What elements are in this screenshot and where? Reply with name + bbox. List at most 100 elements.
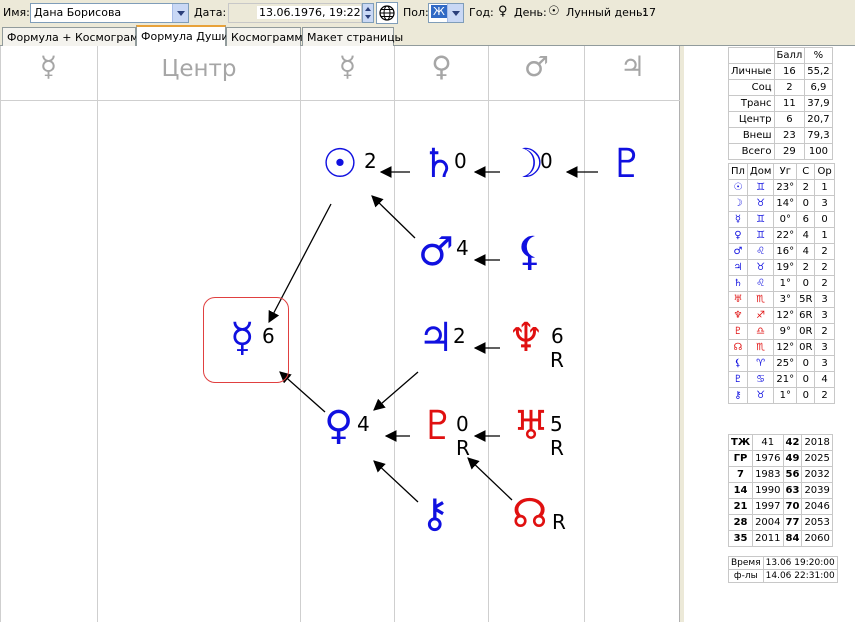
table-row: Центр 6 20,7 (728, 111, 833, 128)
tab-cosmogram[interactable]: Космограмма (226, 27, 309, 46)
table-row: ♅ ♏ 3° 5R 3 (728, 291, 835, 308)
table-row: ⚸ ♈ 25° 0 3 (728, 355, 835, 372)
lunar-day-value: 17 (642, 6, 656, 19)
neptune-icon[interactable]: ♆ (508, 318, 544, 358)
table-row: ☽ ♉ 14° 0 3 (728, 195, 835, 212)
chevron-down-icon[interactable] (172, 4, 188, 22)
globe-button[interactable] (376, 2, 398, 24)
sex-combobox[interactable]: Ж (428, 3, 464, 23)
table-row: Всего 29 100 (728, 143, 833, 160)
uranus-retrograde: R (550, 436, 564, 460)
sun-score: 2 (364, 149, 377, 173)
table-cell: Время (728, 556, 764, 570)
tab-soul-formula[interactable]: Формула Души (136, 25, 229, 47)
date-field[interactable]: 13.06.1976, 19:22:00 (228, 3, 362, 23)
table-cell: 1 (814, 179, 835, 196)
table-cell: 2 (814, 275, 835, 292)
table-row: ♇ ♋ 21° 0 4 (728, 371, 835, 388)
table-cell: 2011 (752, 530, 784, 547)
table-cell: 12° (773, 307, 798, 324)
table-cell: 3° (773, 291, 798, 308)
name-combobox[interactable]: Дана Борисова (30, 3, 189, 23)
table-cell: 2032 (801, 466, 833, 483)
lilith-icon[interactable]: ⚸ (515, 232, 544, 272)
tab-page-layout[interactable]: Макет страницы (302, 27, 403, 46)
table-cell: 6,9 (804, 79, 833, 96)
table-cell: 0 (814, 211, 835, 228)
date-value: 13.06.1976, 19:22:00 (257, 6, 361, 19)
saturn-score: 0 (454, 149, 467, 173)
table-cell: ☽ (728, 195, 748, 212)
lunar-day-label: Лунный день: (566, 6, 647, 19)
mars-score: 4 (456, 236, 469, 260)
table-cell: ☿ (728, 211, 748, 228)
table-cell: 21 (727, 498, 754, 515)
chiron-icon[interactable]: ⚷ (420, 494, 449, 534)
table-cell: ♉ (746, 259, 775, 276)
table-cell: ♉ (746, 387, 775, 404)
table-cell: Личные (728, 63, 775, 80)
table-cell: 0 (796, 387, 816, 404)
table-header-row: Балл % (728, 47, 833, 64)
table-row: ГР 1976 49 2025 (727, 450, 833, 467)
chevron-down-icon[interactable] (447, 4, 463, 22)
planet-table: Пл Дом Уг С Ор ☉ ♊ 23° 2 1 ☽ ♉ 14° 0 3 ☿ ♊ 0° 6 0 ♀ ♊ 22° 4… (728, 163, 835, 404)
table-cell: 23 (773, 127, 806, 144)
table-cell: Ор (814, 163, 835, 180)
formula-arrows (268, 166, 598, 503)
sex-value: Ж (431, 5, 447, 18)
saturn-icon[interactable]: ♄ (421, 144, 457, 184)
table-header-cell: % (804, 47, 833, 64)
table-row: ♆ ♐ 12° 6R 3 (728, 307, 835, 324)
table-cell: 23° (773, 179, 798, 196)
pluto-icon[interactable]: ♇ (420, 406, 456, 446)
table-cell: 2 (814, 243, 835, 260)
table-cell: ♌ (746, 243, 775, 260)
tab-formula-cosmogram[interactable]: Формула + Космограмма (2, 27, 153, 46)
table-cell: 0 (796, 355, 816, 372)
moon-icon[interactable]: ☽ (508, 144, 544, 184)
table-cell: ♄ (728, 275, 748, 292)
table-row: ⚷ ♉ 1° 0 2 (728, 387, 835, 404)
jupiter-icon[interactable]: ♃ (418, 318, 454, 358)
globe-icon (379, 5, 395, 21)
table-cell: 1976 (752, 450, 784, 467)
table-cell: ♌ (746, 275, 775, 292)
table-cell: С (796, 163, 816, 180)
day-label: День: (514, 6, 547, 19)
mars-icon[interactable]: ♂ (418, 232, 454, 272)
sun-icon[interactable]: ☉ (322, 144, 358, 184)
table-cell: ♊ (746, 211, 775, 228)
table-cell: 1983 (752, 466, 784, 483)
table-cell: 56 (782, 466, 803, 483)
tab-strip: Формула + Космограмма Формула Души Космо… (0, 25, 855, 47)
venus-icon[interactable]: ♀ (324, 406, 353, 446)
table-cell: 0R (796, 339, 816, 356)
name-value: Дана Борисова (34, 6, 122, 19)
pluto-alt-icon[interactable]: ♇ (609, 144, 645, 184)
table-row: Внеш 23 79,3 (728, 127, 833, 144)
table-cell: 6 (773, 111, 806, 128)
date-spinner[interactable] (362, 3, 374, 23)
table-cell: 2018 (801, 434, 833, 451)
lunar-node-icon[interactable]: ☊ (512, 494, 548, 534)
table-cell: ♊ (746, 227, 775, 244)
score-table: Балл % Личные 16 55,2 Соц 2 6,9 Транс 11 37,9 … (728, 47, 833, 160)
mercury-icon[interactable]: ☿ (230, 318, 255, 358)
table-cell: 21° (773, 371, 798, 388)
table-cell: 3 (814, 291, 835, 308)
table-cell: 0 (796, 275, 816, 292)
table-cell: 3 (814, 307, 835, 324)
table-row: ♄ ♌ 1° 0 2 (728, 275, 835, 292)
table-cell: 79,3 (804, 127, 833, 144)
table-cell: 49 (782, 450, 803, 467)
table-cell: 41 (752, 434, 784, 451)
table-cell: 9° (773, 323, 798, 340)
table-cell: 42 (782, 434, 803, 451)
table-cell: 84 (782, 530, 803, 547)
venus-score: 4 (357, 412, 370, 436)
uranus-score: 5 (550, 412, 563, 436)
table-cell: 55,2 (804, 63, 833, 80)
uranus-icon[interactable]: ♅ (513, 406, 549, 446)
table-row: Соц 2 6,9 (728, 79, 833, 96)
